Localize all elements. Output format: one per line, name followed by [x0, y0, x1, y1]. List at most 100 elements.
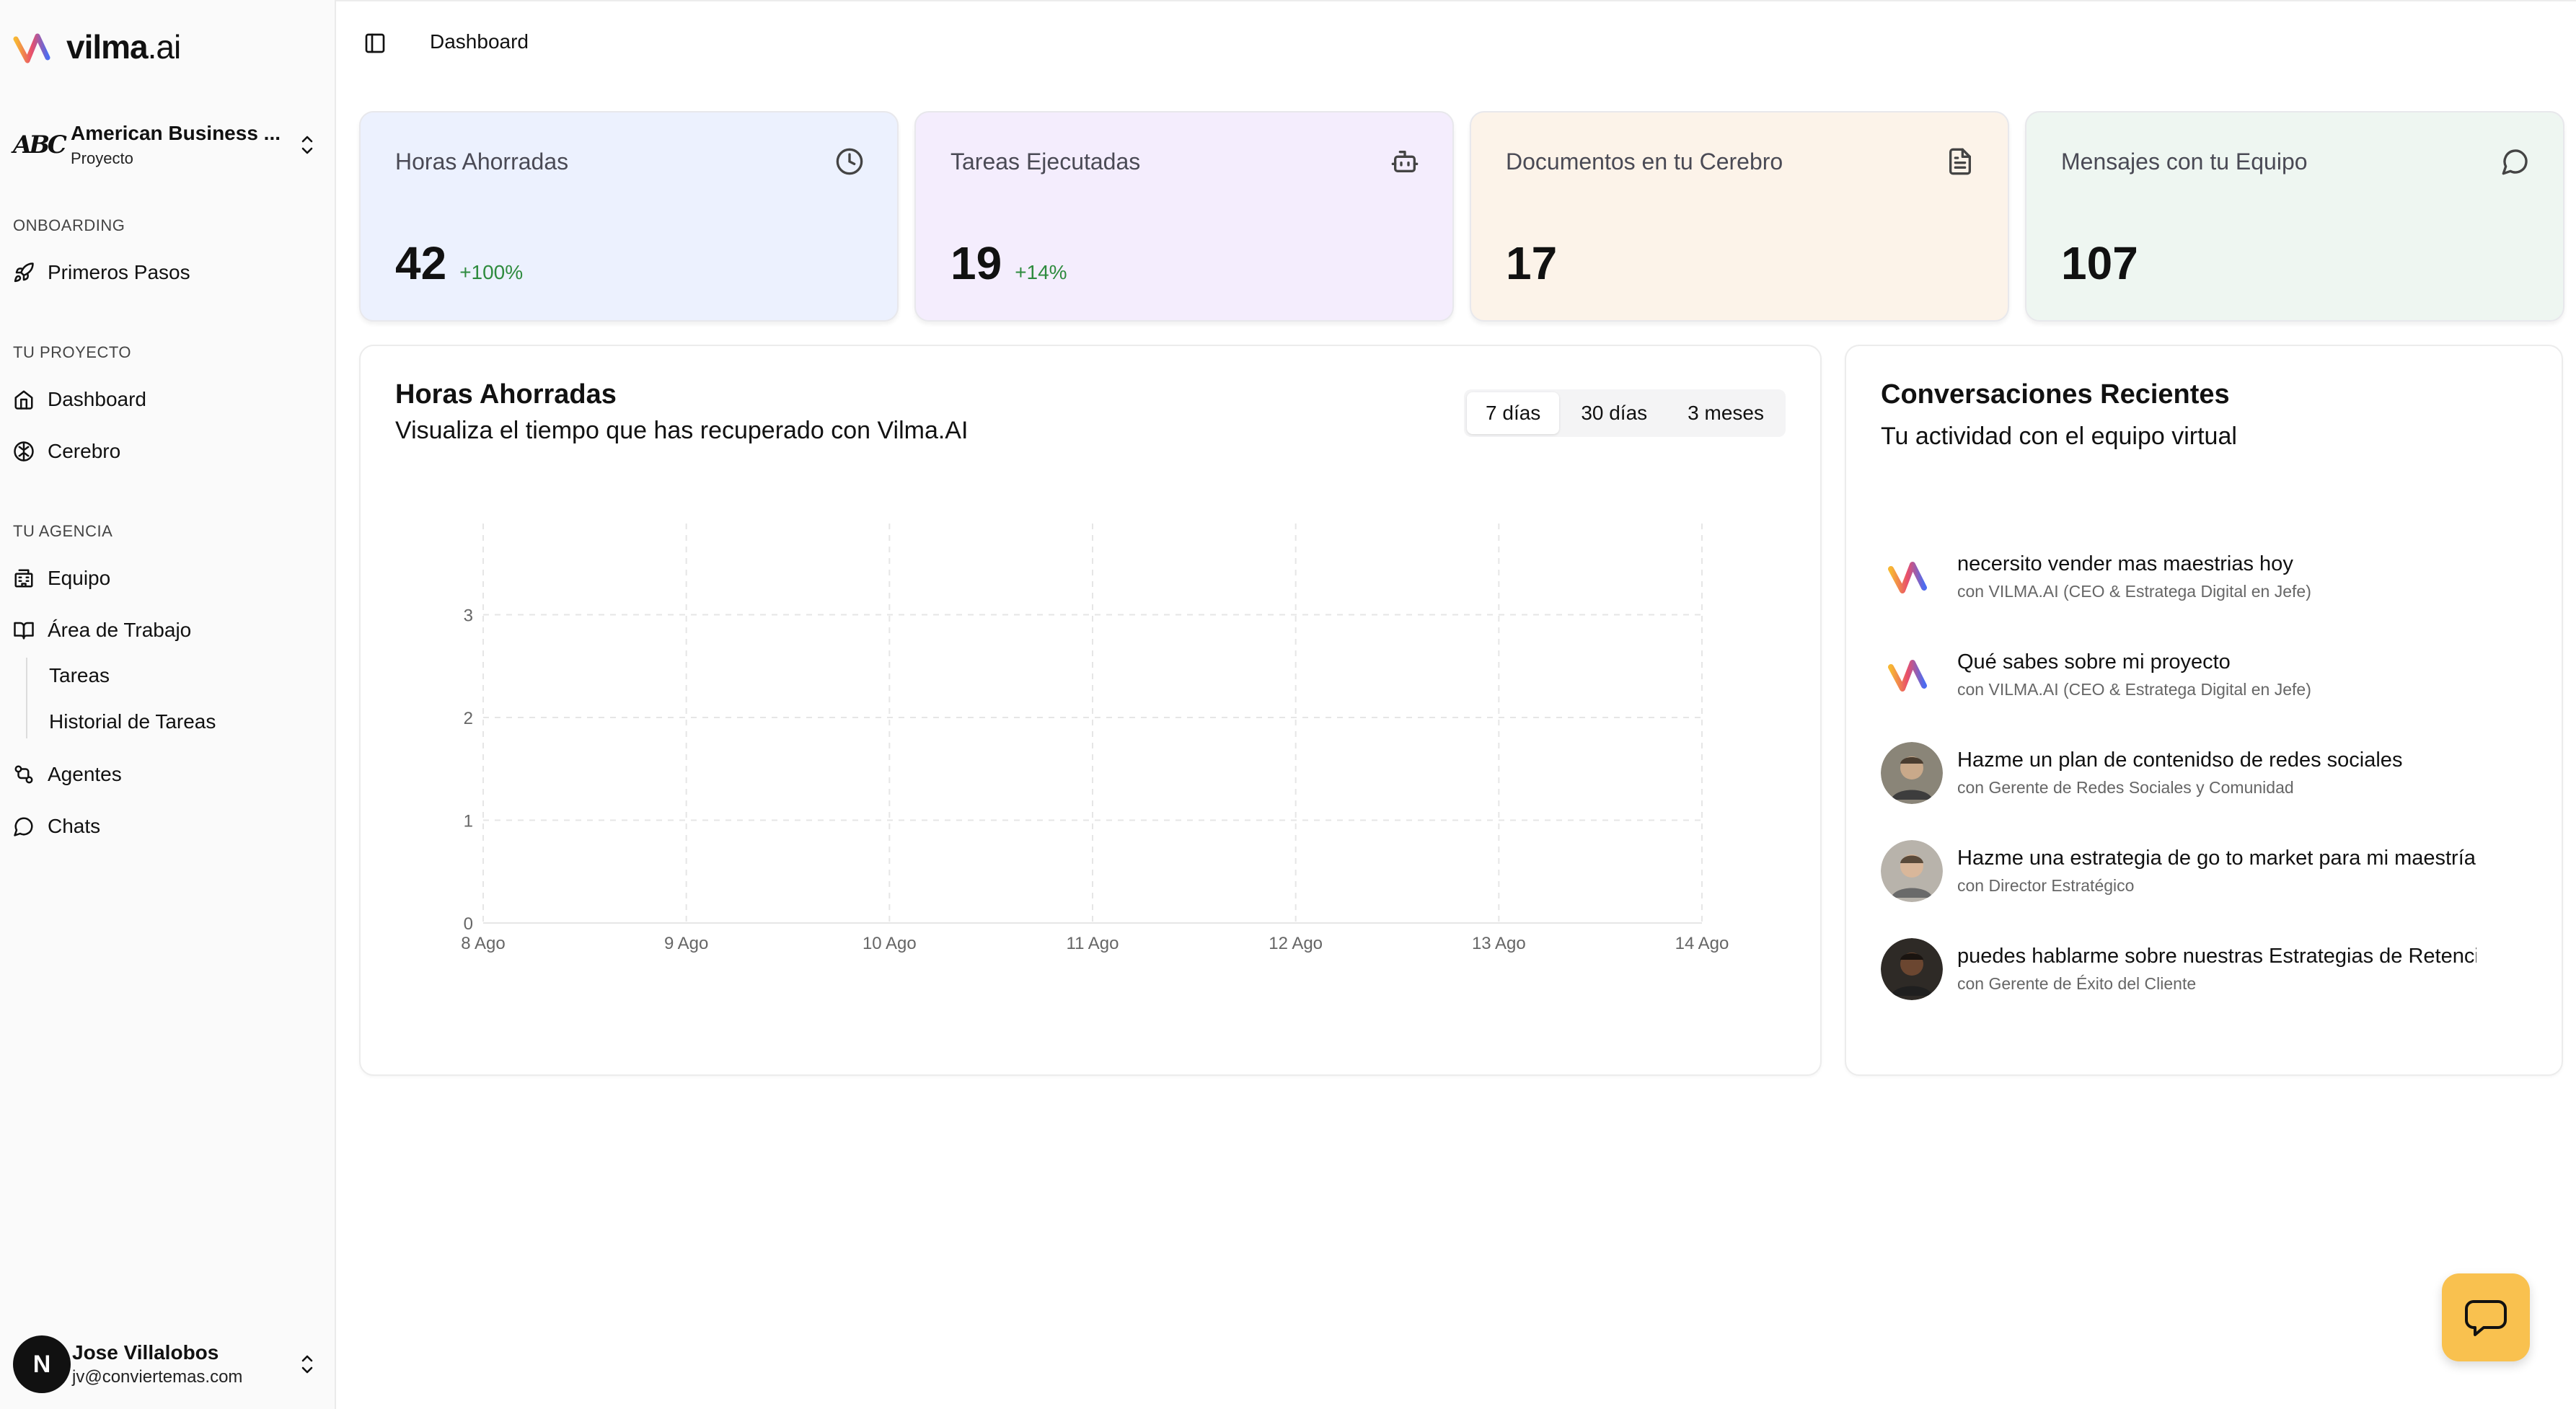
sidebar: vilma.ai ABC American Business ... Proye… [0, 0, 336, 1409]
sidebar-item-agentes[interactable]: Agentes [13, 756, 323, 793]
sidebar-subitem-historial-de-tareas[interactable]: Historial de Tareas [49, 710, 216, 733]
user-email: jv@conviertemas.com [72, 1367, 243, 1387]
stat-value: 19 [950, 237, 1002, 289]
y-tick-label: 3 [464, 606, 473, 626]
sidebar-item-label: Agentes [48, 763, 122, 785]
conversation-with: con Gerente de Redes Sociales y Comunida… [1957, 778, 2294, 797]
vilma-logo-icon [1888, 660, 1927, 692]
x-tick-label: 11 Ago [1067, 934, 1119, 953]
stat-value: 42 [395, 237, 447, 289]
sidebar-subitem-tareas[interactable]: Tareas [49, 664, 110, 687]
rocket-icon [14, 262, 34, 283]
sidebar-item-label: Área de Trabajo [48, 619, 192, 641]
stat-value-row: 17 [1506, 237, 1557, 290]
conversation-item[interactable]: Qué sabes sobre mi proyecto con VILMA.AI … [1881, 640, 2530, 710]
workflow-icon [14, 765, 33, 784]
stat-value-row: 19 +14% [950, 237, 1067, 290]
project-name: American Business ... [71, 122, 281, 144]
range-selector: 7 días 30 días 3 meses [1464, 389, 1786, 437]
conversation-item[interactable]: puedes hablarme sobre nuestras Estrategi… [1881, 935, 2530, 1004]
logo[interactable]: vilma.ai [13, 28, 181, 66]
sidebar-item-area-de-trabajo[interactable]: Área de Trabajo [13, 611, 323, 649]
sidebar-item-cerebro[interactable]: Cerebro [13, 433, 323, 470]
brain-icon [14, 441, 34, 461]
top-bar: Dashboard [336, 0, 2576, 84]
y-tick-label: 4 [464, 519, 473, 523]
book-open-icon [14, 622, 34, 640]
conversations-panel: Conversaciones Recientes Tu actividad co… [1845, 345, 2563, 1076]
x-tick-label: 13 Ago [1472, 934, 1526, 953]
conversation-with: con Director Estratégico [1957, 876, 2135, 895]
conversation-message: necersito vender mas maestrias hoy [1957, 552, 2293, 575]
sidebar-item-label: Primeros Pasos [48, 261, 190, 283]
user-name: Jose Villalobos [72, 1341, 219, 1364]
sidebar-item-label: Chats [48, 815, 101, 837]
stat-delta: +100% [459, 261, 524, 283]
chevrons-up-down-icon [301, 1355, 313, 1374]
chat-icon [14, 817, 33, 836]
x-tick-label: 12 Ago [1269, 934, 1323, 953]
sidebar-item-chats[interactable]: Chats [13, 808, 323, 845]
user-menu[interactable]: N Jose Villalobos jv@conviertemas.com [10, 1335, 316, 1396]
panel-title: Conversaciones Recientes [1881, 379, 2230, 410]
message-icon [2502, 149, 2528, 175]
sidebar-item-label: Equipo [48, 567, 111, 589]
sidebar-item-primeros-pasos[interactable]: Primeros Pasos [13, 254, 323, 291]
x-tick-label: 14 Ago [1675, 934, 1729, 953]
stat-title: Horas Ahorradas [395, 149, 569, 175]
x-tick-label: 9 Ago [664, 934, 708, 953]
stat-title: Mensajes con tu Equipo [2061, 149, 2308, 175]
stat-card-tareas: Tareas Ejecutadas 19 +14% [914, 111, 1454, 322]
conversation-with: con VILMA.AI (CEO & Estratega Digital en… [1957, 582, 2311, 601]
sidebar-item-dashboard[interactable]: Dashboard [13, 381, 323, 418]
sidebar-toggle-icon[interactable] [363, 32, 387, 55]
sidebar-item-label: Dashboard [48, 388, 146, 410]
panel-title: Horas Ahorradas [395, 379, 617, 410]
x-tick-label: 8 Ago [461, 934, 505, 953]
sidebar-item-equipo[interactable]: Equipo [13, 560, 323, 597]
avatar: N [10, 1335, 71, 1396]
chevrons-up-down-icon [301, 136, 313, 154]
document-icon [1949, 148, 1971, 175]
conversation-message: puedes hablarme sobre nuestras Estrategi… [1957, 945, 2476, 968]
bot-icon [1391, 151, 1419, 172]
stat-value: 17 [1506, 237, 1558, 289]
conversation-message: Hazme una estrategia de go to market par… [1957, 847, 2476, 870]
clock-icon [836, 148, 863, 175]
person-avatar-icon [1881, 840, 1943, 902]
vilma-logo-icon [13, 33, 50, 63]
section-label-tu-proyecto: TU PROYECTO [13, 343, 132, 361]
conversation-with: con Gerente de Éxito del Cliente [1957, 974, 2197, 993]
stat-value-row: 107 [2061, 237, 2138, 290]
project-logo: ABC [13, 131, 67, 159]
stat-card-mensajes: Mensajes con tu Equipo 107 [2025, 111, 2564, 322]
range-30-days-button[interactable]: 30 días [1562, 392, 1666, 434]
home-icon [14, 390, 33, 410]
range-7-days-button[interactable]: 7 días [1467, 392, 1560, 434]
person-avatar-icon [1881, 742, 1943, 804]
help-chat-button[interactable] [2442, 1273, 2530, 1361]
conversation-item[interactable]: necersito vender mas maestrias hoy con VI… [1881, 542, 2530, 611]
stat-value-row: 42 +100% [395, 237, 523, 290]
y-tick-label: 0 [464, 914, 473, 934]
range-3-months-button[interactable]: 3 meses [1669, 392, 1783, 434]
stat-card-horas: Horas Ahorradas 42 +100% [359, 111, 899, 322]
stat-delta: +14% [1015, 261, 1067, 283]
conversation-item[interactable]: Hazme una estrategia de go to market par… [1881, 836, 2530, 906]
hours-chart: 0 1 2 3 4 8 Ago 9 Ago 10 Ago 11 Ago 12 Ago 13 Ago 1… [461, 519, 1729, 953]
section-label-onboarding: ONBOARDING [13, 216, 125, 234]
stat-title: Tareas Ejecutadas [950, 149, 1141, 175]
person-avatar-icon [1881, 938, 1943, 1000]
logo-text: vilma.ai [66, 28, 181, 66]
conversation-with: con VILMA.AI (CEO & Estratega Digital en… [1957, 680, 2311, 699]
building-icon [14, 569, 33, 588]
sidebar-item-label: Cerebro [48, 440, 121, 462]
y-tick-label: 1 [464, 812, 473, 831]
conversation-item[interactable]: Hazme un plan de contenidso de redes soc… [1881, 738, 2530, 808]
project-switcher[interactable]: ABC American Business ... Proyecto [13, 119, 316, 171]
y-tick-label: 2 [464, 709, 473, 728]
conversation-message: Hazme un plan de contenidso de redes soc… [1957, 748, 2403, 772]
hours-panel: Horas Ahorradas Visualiza el tiempo que … [359, 345, 1822, 1076]
breadcrumb: Dashboard [430, 30, 529, 53]
stat-value: 107 [2061, 237, 2138, 289]
